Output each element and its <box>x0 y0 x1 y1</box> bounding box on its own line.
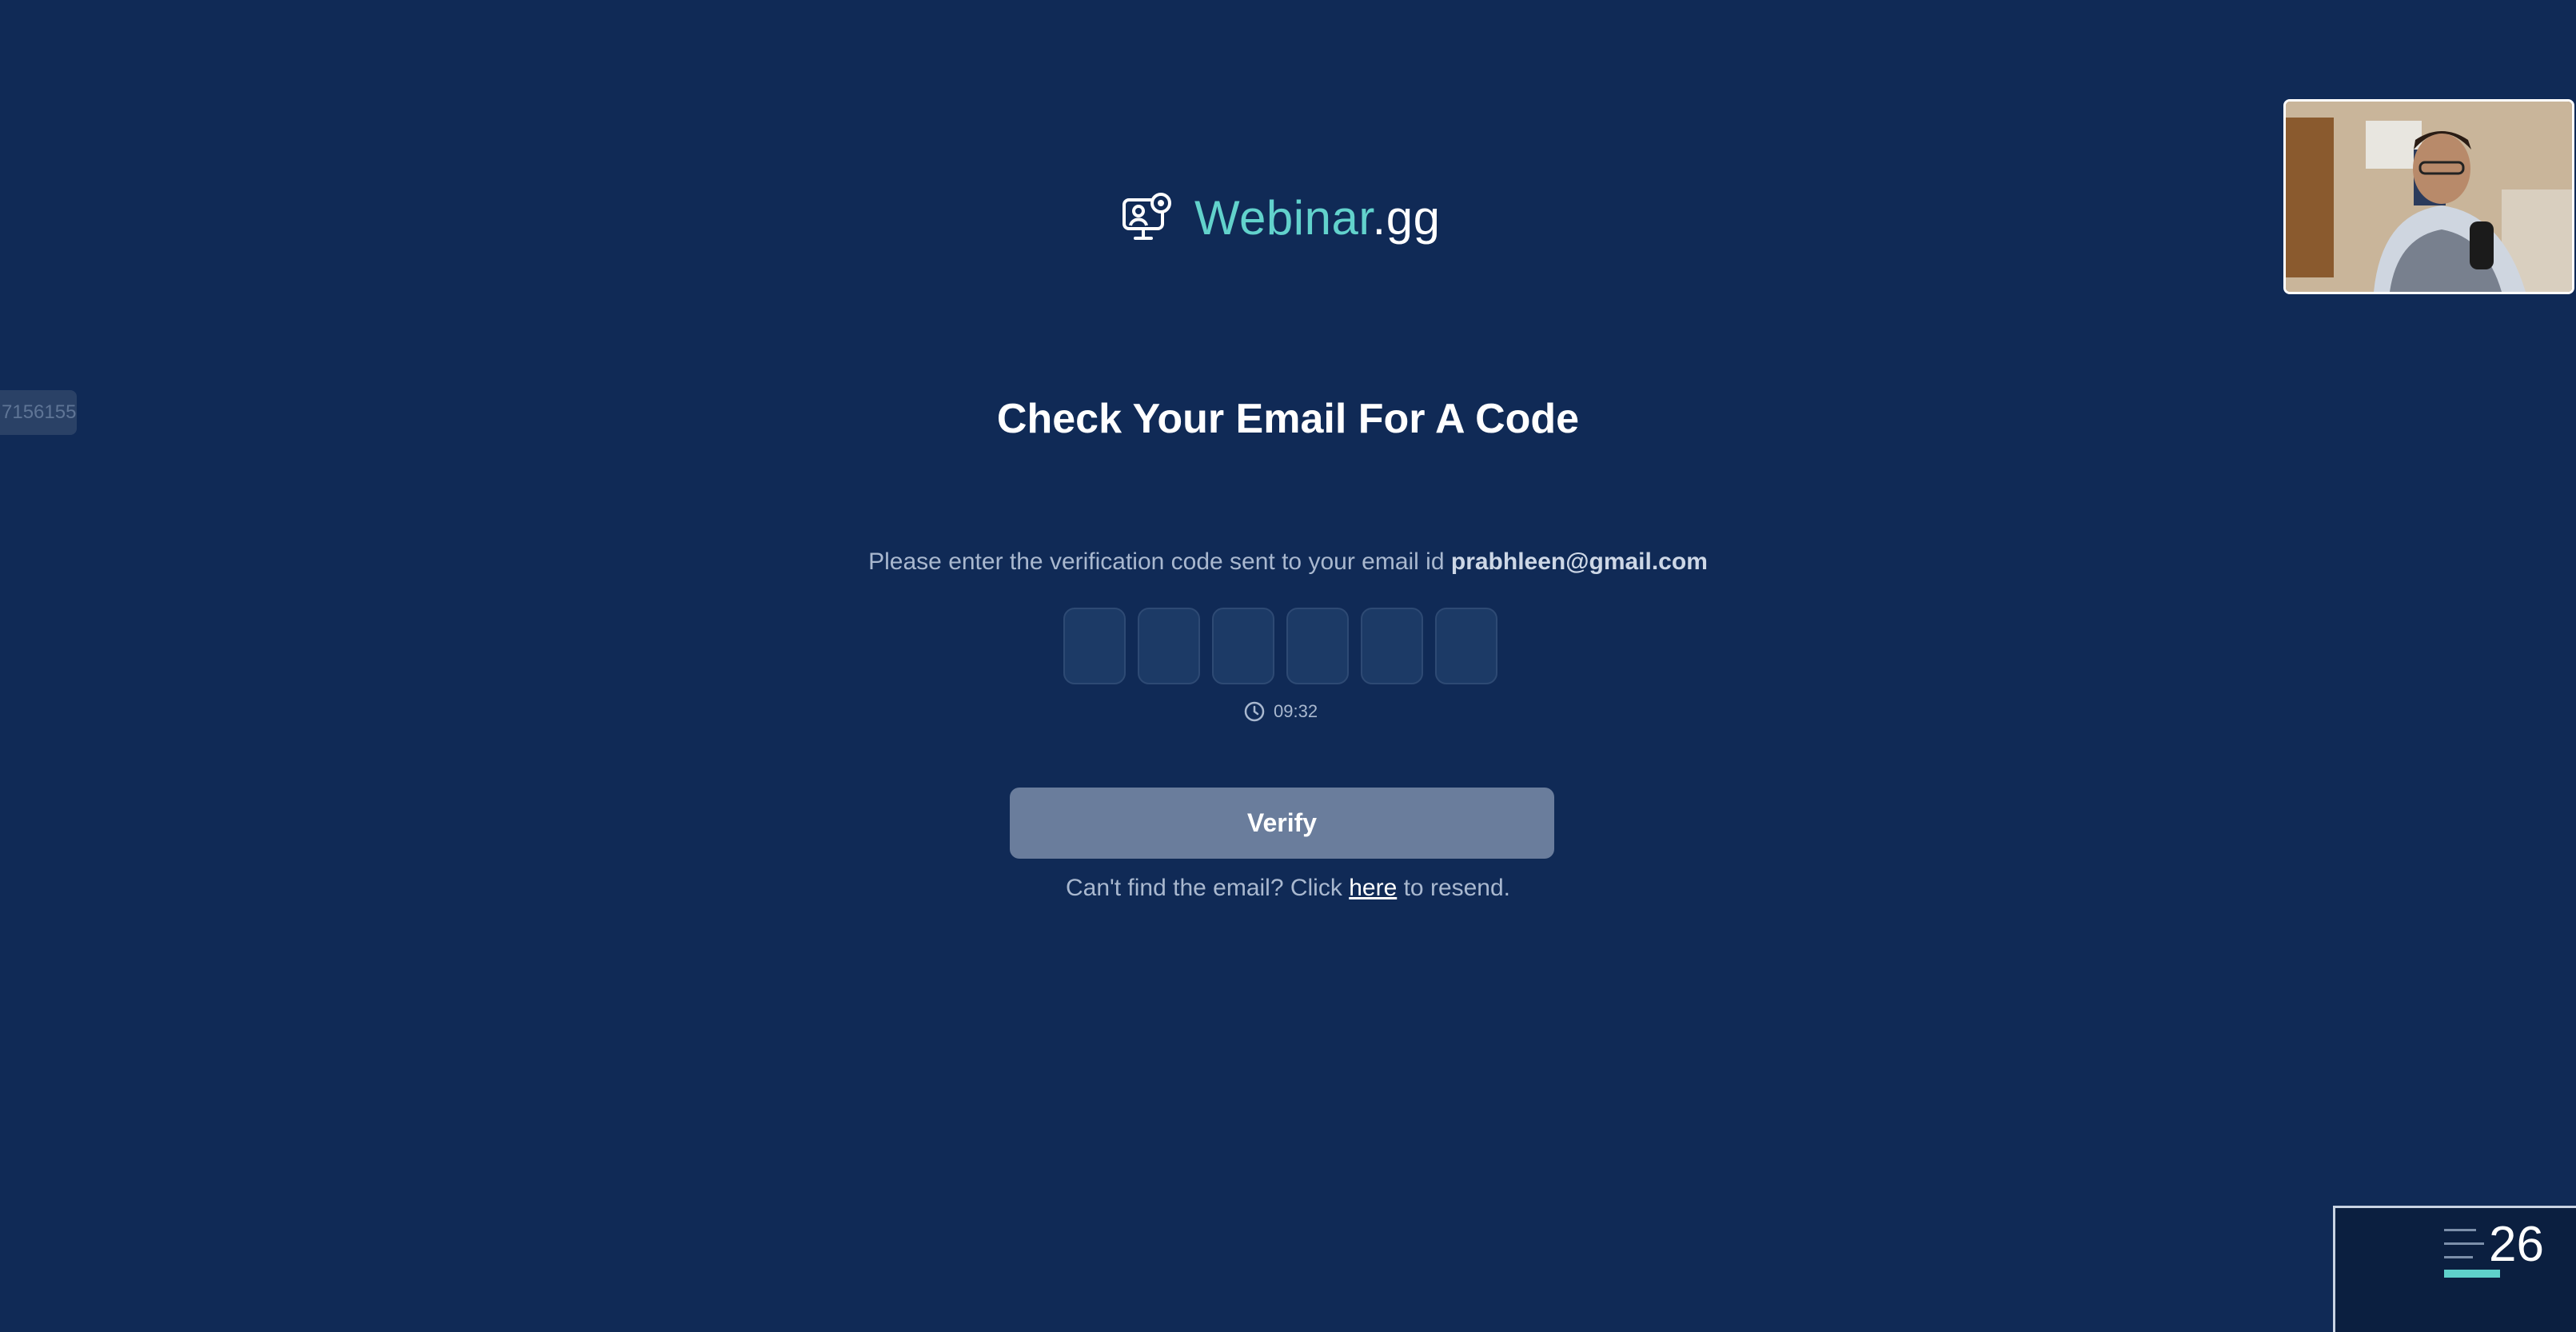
resend-suffix: to resend. <box>1403 875 1511 901</box>
resend-link[interactable]: here <box>1349 875 1397 901</box>
resend-prefix: Can't find the email? Click <box>1065 875 1342 901</box>
webcam-overlay <box>2283 99 2574 294</box>
slide-preview: 26 <box>2333 1206 2576 1332</box>
code-digit-2[interactable] <box>1138 608 1200 684</box>
verification-code-inputs <box>1063 608 1497 684</box>
brand-word: Webinar <box>1194 191 1373 245</box>
instruction-text: Please enter the verification code sent … <box>0 548 2576 576</box>
slide-number: 26 <box>2489 1217 2544 1272</box>
verification-page: 7156155 Webinar.gg Check Your Email For … <box>0 0 2576 1332</box>
resend-text: Can't find the email? Click here to rese… <box>0 875 2576 902</box>
presenter-video <box>2286 102 2572 292</box>
instruction-label: Please enter the verification code sent … <box>868 548 1445 575</box>
monitor-user-icon <box>1123 193 1171 240</box>
clock-icon <box>1244 701 1265 722</box>
code-digit-3[interactable] <box>1212 608 1274 684</box>
brand-logo: Webinar.gg <box>1121 192 1440 245</box>
brand-name: Webinar.gg <box>1194 194 1440 242</box>
code-digit-5[interactable] <box>1361 608 1423 684</box>
timer-value: 09:32 <box>1274 701 1318 721</box>
code-digit-6[interactable] <box>1435 608 1497 684</box>
recipient-email: prabhleen@gmail.com <box>1450 548 1708 575</box>
code-digit-1[interactable] <box>1063 608 1126 684</box>
page-title: Check Your Email For A Code <box>996 396 1580 442</box>
code-digit-4[interactable] <box>1286 608 1349 684</box>
countdown-timer: 09:32 <box>1243 700 1318 723</box>
brand-tld: .gg <box>1372 191 1441 245</box>
verify-button[interactable]: Verify <box>1010 788 1554 859</box>
